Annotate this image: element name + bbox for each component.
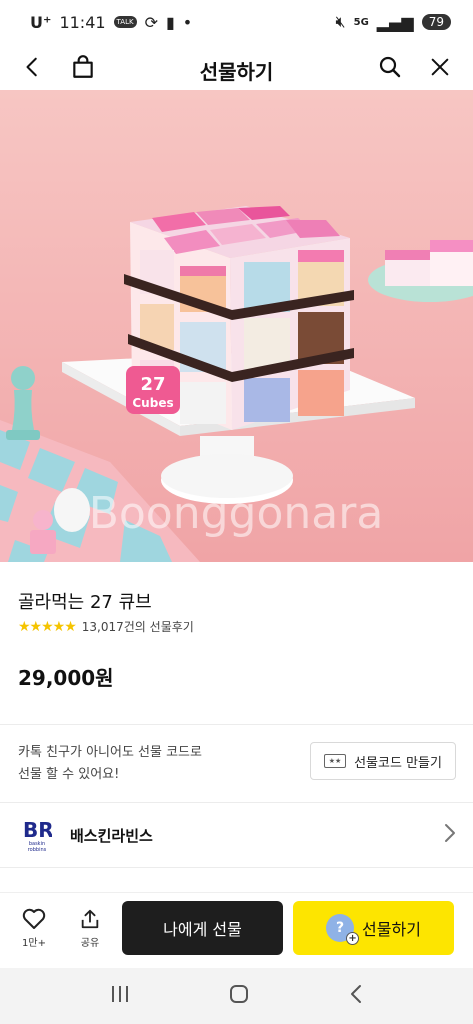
sim-icon: ▮ <box>165 12 175 32</box>
tag-number: 27 <box>140 374 165 395</box>
baskin-robbins-logo-icon: BR <box>23 818 52 841</box>
nav-back-button[interactable] <box>348 983 364 1009</box>
friend-add-icon: ? + <box>326 914 360 945</box>
gift-to-self-button[interactable]: 나에게 선물 <box>122 901 283 955</box>
promo-line-1: 카톡 친구가 아니어도 선물 코드로 <box>18 745 202 760</box>
send-gift-button[interactable]: ? + 선물하기 <box>293 901 454 955</box>
close-button[interactable] <box>417 44 463 90</box>
system-nav-bar <box>0 968 473 1024</box>
star-rating-icon: ★★★★★ <box>18 618 77 635</box>
watermark: Boonggonara <box>89 488 384 539</box>
brand-name: 배스킨라빈스 <box>70 826 153 845</box>
like-button[interactable]: 1만+ <box>6 908 62 949</box>
chevron-right-icon <box>443 823 457 847</box>
brand-logo-sub: baskin robbins <box>27 841 47 853</box>
battery-indicator: 79 <box>421 14 451 30</box>
bottom-action-bar: 1만+ 공유 나에게 선물 ? + 선물하기 <box>0 892 473 964</box>
divider <box>0 724 473 725</box>
brand-logo: BR baskin robbins <box>22 817 52 853</box>
product-image[interactable]: 27 Cubes Boonggonara <box>0 90 473 562</box>
clock: 11:41 <box>59 12 106 32</box>
promo-line-2: 선물 할 수 있어요! <box>18 767 120 782</box>
product-price: 29,000원 <box>18 666 114 690</box>
carrier-label: U⁺ <box>30 12 52 32</box>
cubes-tag: 27 Cubes <box>126 366 180 414</box>
brand-row[interactable]: BR baskin robbins 배스킨라빈스 <box>0 802 473 868</box>
friend-question-glyph: ? <box>335 920 345 936</box>
recent-apps-icon <box>111 986 128 1002</box>
gift-code-icon: ★★ <box>324 754 347 768</box>
network-label: 5G <box>353 16 369 28</box>
search-button[interactable] <box>367 44 413 90</box>
share-button[interactable]: 공유 <box>62 908 118 949</box>
review-count: 13,017건의 선물후기 <box>81 620 194 634</box>
app-header: 선물하기 <box>0 44 473 90</box>
signal-icon: ▂▄▆ <box>376 12 414 32</box>
nav-back-icon <box>351 985 362 1003</box>
close-icon <box>431 58 449 76</box>
gift-code-button[interactable]: ★★ 선물코드 만들기 <box>310 742 456 780</box>
talk-badge-icon: TALK <box>113 16 137 28</box>
recent-apps-button[interactable] <box>109 984 131 1008</box>
product-illustration: 27 Cubes Boonggonara <box>0 90 473 562</box>
sync-icon: ⟳ <box>144 12 158 32</box>
share-label: 공유 <box>80 938 100 949</box>
status-bar: U⁺ 11:41 TALK ⟳ ▮ • 🔇︎ 5G ▂▄▆ 79 <box>0 0 473 44</box>
home-button[interactable] <box>228 983 250 1009</box>
rating-row[interactable]: ★★★★★ 13,017건의 선물후기 <box>18 618 194 635</box>
product-title: 골라먹는 27 큐브 <box>18 592 152 613</box>
heart-icon <box>22 908 46 929</box>
search-icon <box>379 56 401 78</box>
send-gift-label: 선물하기 <box>362 920 421 939</box>
gift-to-self-label: 나에게 선물 <box>163 920 242 939</box>
svg-text:BR: BR <box>23 818 52 841</box>
share-icon <box>81 909 99 929</box>
home-icon <box>230 985 249 1003</box>
like-count: 1만+ <box>22 938 46 949</box>
plus-icon: + <box>346 932 360 945</box>
dot-icon: • <box>182 12 193 32</box>
promo-text: 카톡 친구가 아니어도 선물 코드로 선물 할 수 있어요! <box>18 742 202 786</box>
tag-text: Cubes <box>132 396 173 410</box>
gift-code-label: 선물코드 만들기 <box>354 755 442 771</box>
mute-icon: 🔇︎ <box>335 12 346 31</box>
